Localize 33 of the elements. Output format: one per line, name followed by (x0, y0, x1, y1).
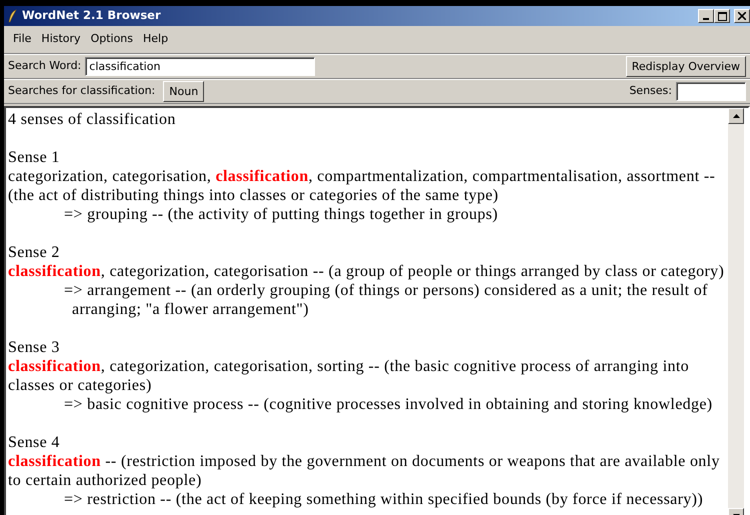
synset-text: classification -- (restriction imposed by the government on documents or weapons that are available only to certain authorized people) (8, 452, 721, 490)
synset-text: classification, categorization, categorisation -- (a group of people or things arranged by class or category) (8, 262, 726, 280)
hypernym-text: => grouping -- (the activity of putting things together in groups) (63, 204, 499, 224)
senses-field[interactable] (676, 82, 746, 100)
search-label: Search Word: (8, 58, 82, 74)
hypernym-text: => restriction -- (the act of keeping something within specified bounds (by force if necessary)) (63, 490, 704, 508)
sense-title: Sense 2 (8, 242, 61, 262)
minimize-button[interactable] (698, 9, 714, 23)
menu-item[interactable]: Help (138, 29, 174, 50)
menu-item[interactable]: Options (86, 29, 138, 50)
synset-text: categorization, categorisation, classification, compartmentalization, compartmentalisation, assortment -- (the act of distributing things into classes or categories of the same type) (8, 166, 716, 204)
scrollbar[interactable] (728, 108, 744, 515)
synset-text: classification, categorization, categorisation, sorting -- (the basic cognitive process of arranging into classes or categories) (8, 356, 690, 394)
sense-title: Sense 4 (8, 432, 61, 452)
menu-item[interactable]: File (8, 29, 36, 50)
results-heading: 4 senses of classification (8, 110, 177, 128)
part-of-speech-button[interactable]: Noun (163, 80, 204, 102)
senses-label: Senses: (629, 82, 672, 99)
maximize-button[interactable] (714, 9, 730, 23)
close-icon (738, 12, 746, 20)
maximize-icon (718, 12, 726, 20)
searches-label: Searches for classification: (8, 82, 156, 99)
hypernym-text: => basic cognitive process -- (cognitive processes involved in obtaining and storing knowledge) (63, 394, 714, 414)
feather-icon (8, 9, 18, 23)
sense-title: Sense 1 (8, 148, 61, 166)
close-button[interactable] (734, 9, 750, 23)
hypernym-text: => arrangement -- (an orderly grouping (of things or persons) considered as a unit; the result of arranging; "a flower arrangement") (63, 280, 709, 318)
menu-item[interactable]: History (36, 29, 86, 50)
scroll-up-icon (732, 114, 740, 118)
sense-title: Sense 3 (8, 338, 61, 356)
window-title: WordNet 2.1 Browser (22, 7, 161, 24)
redisplay-button[interactable]: Redisplay Overview (626, 56, 746, 76)
search-field[interactable]: classification (85, 56, 316, 76)
